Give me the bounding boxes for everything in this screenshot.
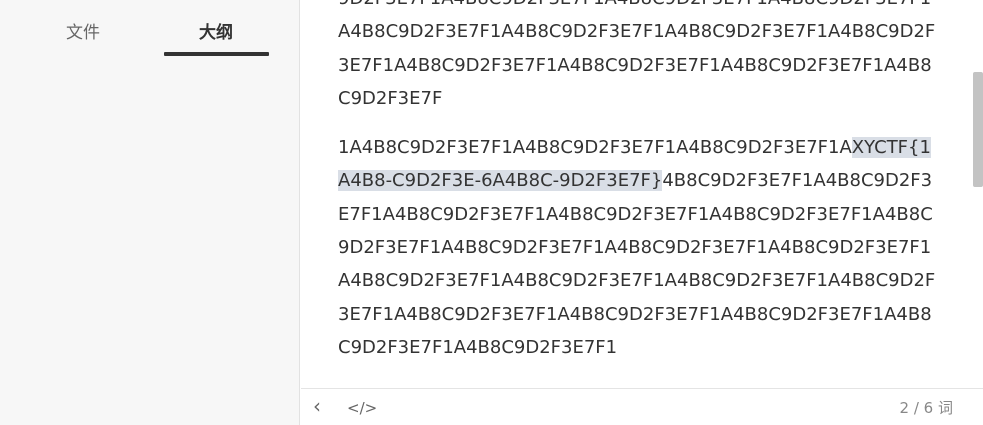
paragraph[interactable]: 9D2F3E7F1A4B8C9D2F3E7F1A4B8C9D2F3E7F1A4B… [338, 0, 938, 115]
paragraph[interactable]: 1A4B8C9D2F3E7F1A4B8C9D2F3E7F1A4B8C9D2F3E… [338, 131, 938, 364]
sidebar-tabs: 文件 大纲 [0, 0, 300, 60]
editor-content[interactable]: 9D2F3E7F1A4B8C9D2F3E7F1A4B8C9D2F3E7F1A4B… [338, 0, 938, 380]
active-tab-indicator [164, 52, 269, 56]
paragraph-text: 4B8C9D2F3E7F1A4B8C9D2F3E7F1A4B8C9D2F3E7F… [338, 170, 936, 358]
editor-scrollbar[interactable] [973, 72, 983, 187]
word-count[interactable]: 2 / 6 词 [900, 398, 953, 418]
chevron-left-icon[interactable]: ‹ [313, 395, 321, 417]
tab-files[interactable]: 文件 [31, 18, 135, 48]
tab-outline[interactable]: 大纲 [164, 18, 268, 48]
paragraph-text: 9D2F3E7F1A4B8C9D2F3E7F1A4B8C9D2F3E7F1A4B… [338, 0, 936, 109]
source-code-icon[interactable]: </> [347, 397, 377, 419]
paragraph-text: 1A4B8C9D2F3E7F1A4B8C9D2F3E7F1A4B8C9D2F3E… [338, 137, 852, 159]
status-bar: ‹ </> 2 / 6 词 [301, 388, 983, 425]
editor-pane[interactable]: 9D2F3E7F1A4B8C9D2F3E7F1A4B8C9D2F3E7F1A4B… [301, 0, 983, 388]
sidebar: 文件 大纲 [0, 0, 300, 425]
